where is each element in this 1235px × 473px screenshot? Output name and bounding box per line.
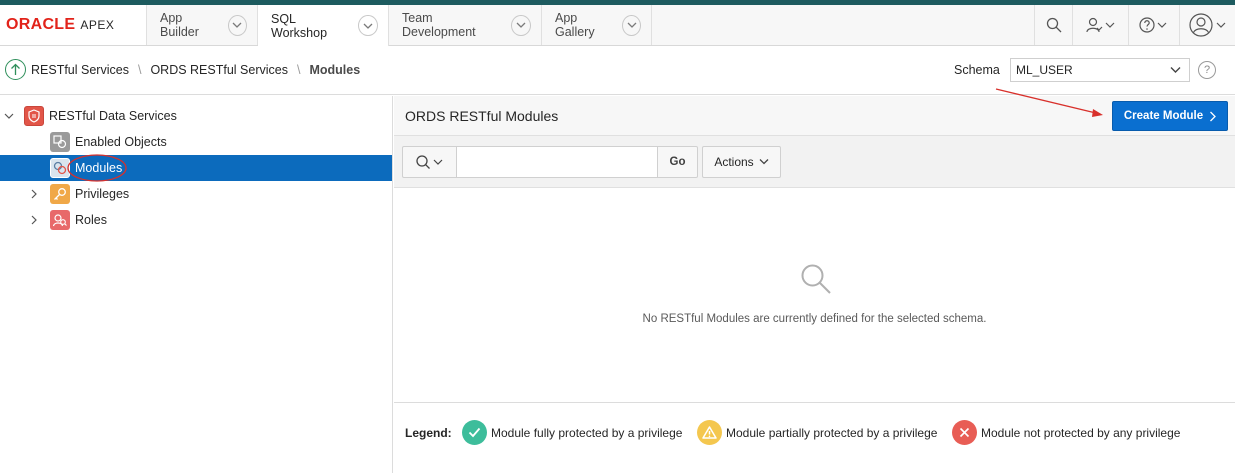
breadcrumb-current: Modules <box>309 63 361 77</box>
profile-menu-button[interactable] <box>1180 5 1235 45</box>
restful-data-services-icon <box>24 106 44 126</box>
restful-tree: RESTful Data Services Enabled Objects Mo… <box>0 96 393 473</box>
expand-toggle-icon[interactable] <box>28 214 40 226</box>
tree-label-privileges: Privileges <box>75 187 130 201</box>
create-module-label: Create Module <box>1123 110 1204 122</box>
chevron-down-icon <box>1170 67 1181 73</box>
schema-help-icon[interactable]: ? <box>1198 61 1216 79</box>
warning-icon <box>697 420 722 445</box>
create-module-button[interactable]: Create Module <box>1112 101 1228 131</box>
user-icon <box>1085 17 1114 33</box>
oracle-wordmark: ORACLE <box>6 16 76 33</box>
breadcrumb-separator: \ <box>137 63 142 77</box>
breadcrumb-restful-services[interactable]: RESTful Services <box>31 63 129 77</box>
legend-label-fully-protected: Module fully protected by a privilege <box>491 425 683 440</box>
tree-node-privileges[interactable]: Privileges <box>0 181 392 207</box>
region-title: ORDS RESTful Modules <box>405 108 559 124</box>
chevron-down-icon[interactable] <box>511 14 531 36</box>
tree-node-restful-data-services[interactable]: RESTful Data Services <box>0 103 392 129</box>
empty-report-region: No RESTful Modules are currently defined… <box>394 188 1235 403</box>
chevron-down-icon[interactable] <box>358 15 378 36</box>
privileges-icon <box>50 184 70 204</box>
roles-icon <box>50 210 70 230</box>
profile-icon <box>1188 13 1225 37</box>
chevron-right-icon <box>1210 111 1217 121</box>
close-icon <box>952 420 977 445</box>
tree-node-enabled-objects[interactable]: Enabled Objects <box>0 129 392 155</box>
legend-item-partially-protected: Module partially protected by a privileg… <box>697 420 937 445</box>
tab-app-gallery-label: App Gallery <box>555 11 595 39</box>
report-toolbar: Go Actions <box>394 136 1235 188</box>
chevron-down-icon <box>759 159 769 165</box>
tree-label-modules: Modules <box>75 161 123 175</box>
chevron-down-icon[interactable] <box>622 14 641 36</box>
tab-team-development[interactable]: Team Development <box>389 5 542 45</box>
region-header: ORDS RESTful Modules Create Module <box>394 96 1235 136</box>
oracle-apex-logo[interactable]: ORACLE APEX <box>0 5 147 45</box>
tab-team-development-label: Team Development <box>402 11 476 39</box>
search-icon <box>1046 17 1061 33</box>
search-icon <box>415 155 442 169</box>
search-button[interactable] <box>1035 5 1073 45</box>
breadcrumb-separator: \ <box>296 63 301 77</box>
tree-node-modules[interactable]: Modules <box>0 155 392 181</box>
collapse-toggle-icon[interactable] <box>3 110 15 122</box>
modules-icon <box>50 158 70 178</box>
tab-app-gallery[interactable]: App Gallery <box>542 5 652 45</box>
header-spacer <box>652 5 1035 45</box>
actions-menu-button[interactable]: Actions <box>702 146 781 178</box>
tree-node-roles[interactable]: Roles <box>0 207 392 233</box>
top-navigation-bar: ORACLE APEX App Builder SQL Workshop Tea… <box>0 5 1235 46</box>
go-button[interactable]: Go <box>658 146 698 178</box>
expand-toggle-icon[interactable] <box>28 188 40 200</box>
schema-select-value: ML_USER <box>1016 63 1073 77</box>
tab-sql-workshop-label: SQL Workshop <box>271 11 328 40</box>
search-column-menu-button[interactable] <box>402 146 457 178</box>
help-icon <box>1139 17 1167 33</box>
search-icon <box>801 264 831 294</box>
enabled-objects-icon <box>50 132 70 152</box>
tab-app-builder-label: App Builder <box>160 11 199 39</box>
breadcrumb-ords-restful-services[interactable]: ORDS RESTful Services <box>150 63 288 77</box>
legend-item-fully-protected: Module fully protected by a privilege <box>462 420 682 445</box>
check-icon <box>462 420 487 445</box>
legend-title: Legend: <box>405 426 452 440</box>
empty-message: No RESTful Modules are currently defined… <box>642 313 987 325</box>
tree-label-roles: Roles <box>75 213 107 227</box>
legend-label-not-protected: Module not protected by any privilege <box>981 425 1181 440</box>
up-arrow-icon[interactable] <box>5 59 26 80</box>
tab-sql-workshop[interactable]: SQL Workshop <box>258 5 389 46</box>
legend-label-partially-protected: Module partially protected by a privileg… <box>726 425 938 440</box>
actions-label: Actions <box>714 155 754 169</box>
legend-region: Legend: Module fully protected by a priv… <box>394 404 1235 473</box>
search-group: Go <box>402 146 698 178</box>
chevron-down-icon[interactable] <box>227 14 247 36</box>
schema-label: Schema <box>954 63 1000 77</box>
legend-item-not-protected: Module not protected by any privilege <box>952 420 1180 445</box>
tree-label-enabled-objects: Enabled Objects <box>75 135 167 149</box>
tree-label-restful-data-services: RESTful Data Services <box>49 109 177 123</box>
search-input[interactable] <box>457 146 658 178</box>
user-menu-button[interactable] <box>1073 5 1129 45</box>
breadcrumb: RESTful Services \ ORDS RESTful Services… <box>31 63 360 77</box>
tab-app-builder[interactable]: App Builder <box>147 5 258 45</box>
help-menu-button[interactable] <box>1129 5 1180 45</box>
schema-select[interactable]: ML_USER <box>1010 58 1190 82</box>
apex-wordmark: APEX <box>80 18 115 32</box>
